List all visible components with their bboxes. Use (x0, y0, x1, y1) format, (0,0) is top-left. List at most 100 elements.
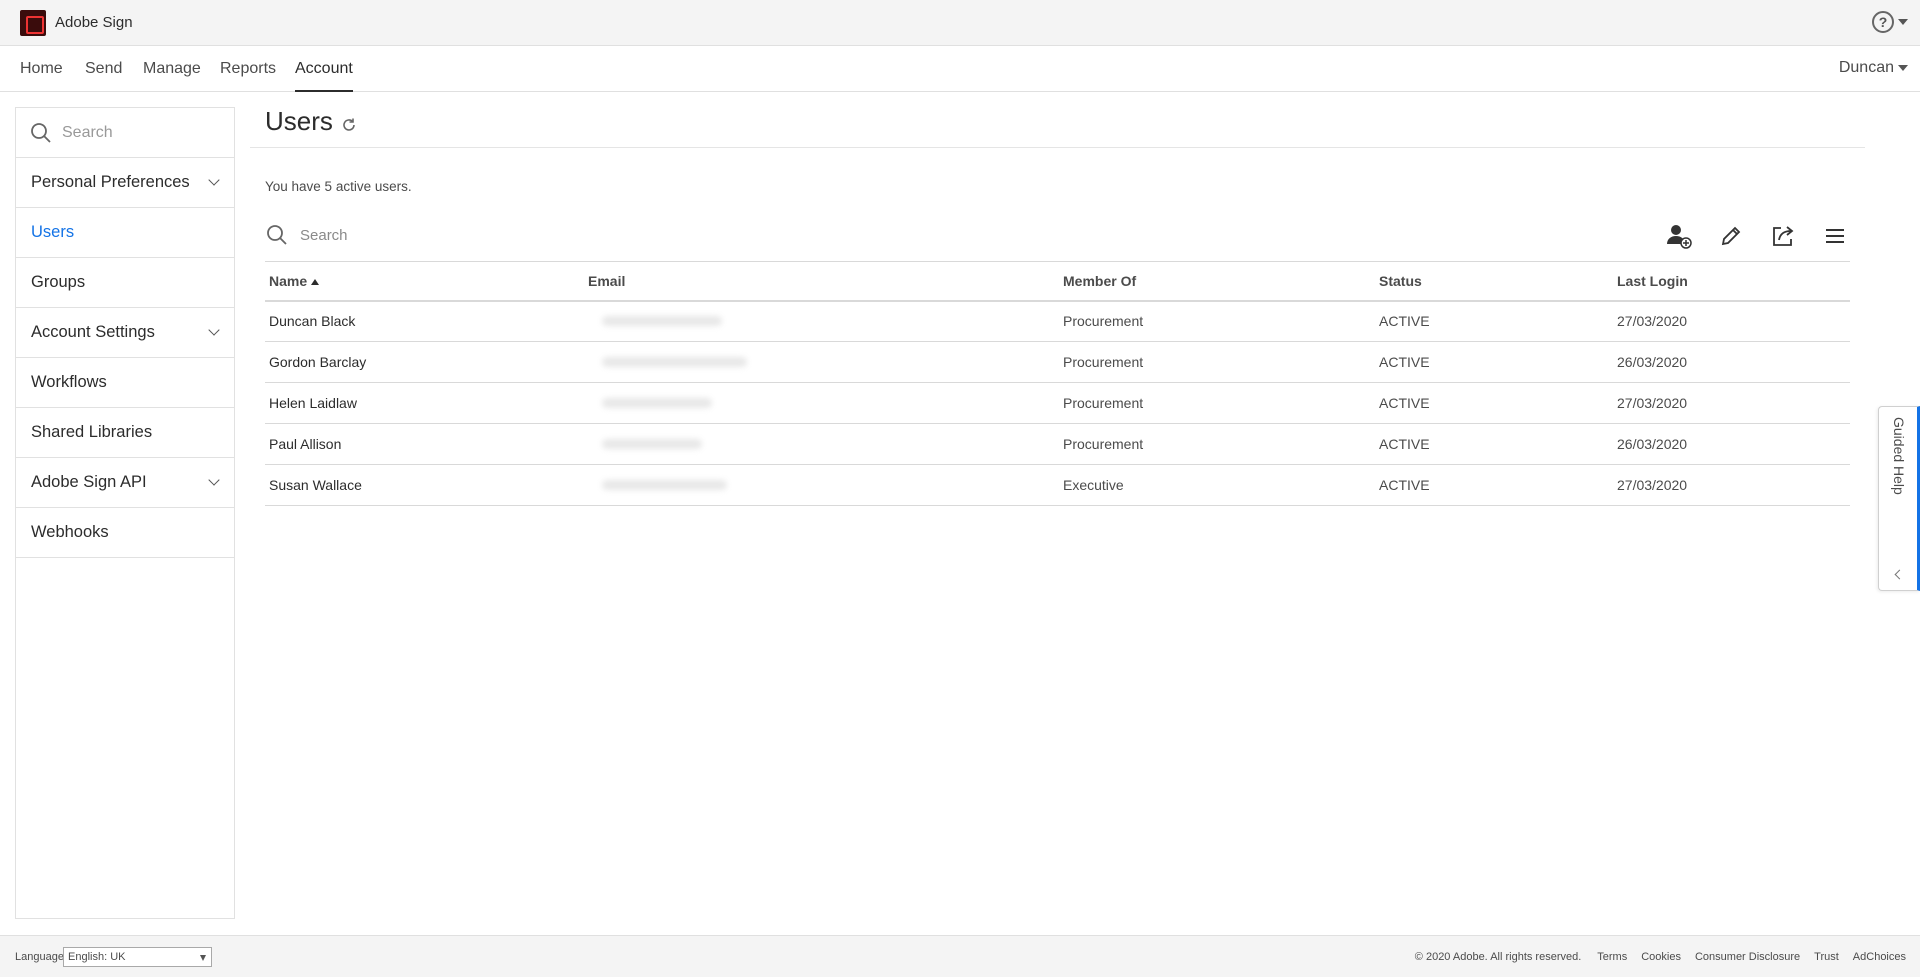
cell-name: Helen Laidlaw (265, 382, 584, 424)
sidebar-search-input[interactable]: Search (62, 124, 113, 142)
language-label: Language (15, 951, 64, 963)
column-header-name[interactable]: Name (265, 261, 584, 302)
sort-ascending-icon (311, 279, 320, 286)
column-header-status[interactable]: Status (1375, 261, 1613, 302)
table-row[interactable]: Paul Allison Procurement ACTIVE 26/03/20… (265, 423, 1850, 465)
column-header-last-login[interactable]: Last Login (1613, 261, 1850, 302)
language-value: English: UK (68, 951, 126, 963)
cell-name: Gordon Barclay (265, 341, 584, 383)
column-label: Name (269, 272, 308, 289)
footer-links: © 2020 Adobe. All rights reserved. Terms… (1415, 951, 1906, 963)
chevron-down-icon (208, 324, 220, 336)
sidebar-item-webhooks[interactable]: Webhooks (16, 508, 234, 558)
chevron-down-icon (208, 174, 220, 186)
chevron-down-icon (208, 474, 220, 486)
cell-last-login: 27/03/2020 (1613, 464, 1850, 506)
guided-help-tab[interactable]: Guided Help (1878, 406, 1920, 591)
table-row[interactable]: Helen Laidlaw Procurement ACTIVE 27/03/2… (265, 382, 1850, 424)
sidebar-item-shared-libraries[interactable]: Shared Libraries (16, 408, 234, 458)
column-header-email[interactable]: Email (584, 261, 1059, 302)
active-users-count: You have 5 active users. (265, 179, 412, 194)
help-icon[interactable]: ? (1872, 11, 1894, 33)
edit-icon (1721, 226, 1741, 246)
divider (250, 147, 1865, 148)
table-row[interactable]: Susan Wallace Executive ACTIVE 27/03/202… (265, 464, 1850, 506)
adobe-sign-logo[interactable] (20, 10, 46, 36)
chevron-down-icon (1898, 65, 1908, 71)
edit-button[interactable] (1717, 222, 1745, 250)
cell-name: Paul Allison (265, 423, 584, 465)
add-user-icon (1667, 225, 1692, 249)
sidebar-item-label: Adobe Sign API (31, 473, 147, 491)
cell-status: ACTIVE (1375, 464, 1613, 506)
sidebar-item-workflows[interactable]: Workflows (16, 358, 234, 408)
export-icon (1773, 226, 1794, 246)
sidebar: Search Personal Preferences Users Groups… (15, 107, 235, 919)
users-table: Name Email Member Of Status Last Login D… (265, 261, 1850, 506)
cell-email-redacted (584, 300, 1059, 342)
tab-manage[interactable]: Manage (143, 60, 201, 92)
menu-icon (1826, 229, 1844, 243)
cell-email-redacted (584, 341, 1059, 383)
tab-reports[interactable]: Reports (220, 60, 276, 92)
sidebar-item-account-settings[interactable]: Account Settings (16, 308, 234, 358)
cell-email-redacted (584, 382, 1059, 424)
cell-status: ACTIVE (1375, 382, 1613, 424)
sidebar-item-label: Users (31, 223, 75, 241)
sidebar-item-adobe-sign-api[interactable]: Adobe Sign API (16, 458, 234, 508)
tab-send[interactable]: Send (85, 60, 122, 92)
sidebar-search[interactable]: Search (16, 108, 234, 158)
tab-account[interactable]: Account (295, 60, 353, 92)
footer-link-terms[interactable]: Terms (1597, 951, 1627, 963)
page-title: Users (265, 106, 333, 136)
footer-link-cookies[interactable]: Cookies (1641, 951, 1681, 963)
table-row[interactable]: Duncan Black Procurement ACTIVE 27/03/20… (265, 300, 1850, 342)
add-user-button[interactable] (1665, 222, 1693, 250)
language-select[interactable]: English: UK (63, 947, 212, 967)
main-nav: Home Send Manage Reports Account Duncan (0, 46, 1920, 92)
cell-last-login: 27/03/2020 (1613, 300, 1850, 342)
cell-last-login: 26/03/2020 (1613, 341, 1850, 383)
table-row[interactable]: Gordon Barclay Procurement ACTIVE 26/03/… (265, 341, 1850, 383)
cell-member-of: Procurement (1059, 341, 1375, 383)
table-header-row: Name Email Member Of Status Last Login (265, 261, 1850, 302)
cell-member-of: Procurement (1059, 382, 1375, 424)
sidebar-item-label: Webhooks (31, 523, 109, 541)
cell-member-of: Procurement (1059, 423, 1375, 465)
page-header: Users (265, 106, 357, 137)
cell-last-login: 27/03/2020 (1613, 382, 1850, 424)
app-title: Adobe Sign (55, 14, 133, 31)
column-header-member-of[interactable]: Member Of (1059, 261, 1375, 302)
export-button[interactable] (1769, 222, 1797, 250)
refresh-icon[interactable] (341, 117, 357, 133)
footer-link-trust[interactable]: Trust (1814, 951, 1839, 963)
footer: Language English: UK © 2020 Adobe. All r… (0, 935, 1920, 977)
user-menu[interactable]: Duncan (1839, 59, 1908, 77)
footer-link-adchoices[interactable]: AdChoices (1853, 951, 1906, 963)
footer-link-consumer-disclosure[interactable]: Consumer Disclosure (1695, 951, 1800, 963)
user-name: Duncan (1838, 59, 1894, 76)
guided-help-label: Guided Help (1891, 417, 1907, 495)
table-search[interactable]: Search (266, 224, 348, 246)
cell-member-of: Executive (1059, 464, 1375, 506)
more-menu-button[interactable] (1821, 222, 1849, 250)
sidebar-item-groups[interactable]: Groups (16, 258, 234, 308)
table-toolbar (1665, 222, 1849, 250)
search-icon (31, 122, 51, 143)
users-search-input[interactable]: Search (300, 227, 348, 244)
sidebar-item-personal-preferences[interactable]: Personal Preferences (16, 158, 234, 208)
sidebar-item-label: Shared Libraries (31, 423, 153, 441)
sidebar-item-label: Account Settings (31, 323, 155, 341)
help-menu[interactable]: ? (1872, 11, 1908, 33)
tab-home[interactable]: Home (20, 60, 63, 92)
sidebar-item-label: Personal Preferences (31, 173, 190, 191)
sidebar-item-users[interactable]: Users (16, 208, 234, 258)
cell-status: ACTIVE (1375, 300, 1613, 342)
cell-status: ACTIVE (1375, 341, 1613, 383)
chevron-left-icon[interactable] (1894, 569, 1905, 580)
top-bar: Adobe Sign ? (0, 0, 1920, 46)
cell-name: Susan Wallace (265, 464, 584, 506)
sidebar-item-label: Groups (31, 273, 86, 291)
dropdown-arrow-icon (200, 955, 206, 961)
sidebar-item-label: Workflows (31, 373, 107, 391)
